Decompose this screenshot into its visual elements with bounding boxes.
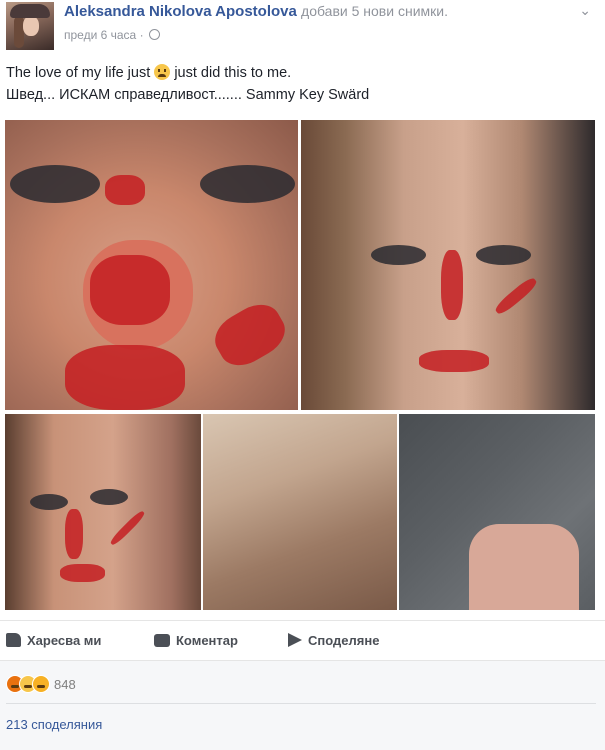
photo-grid <box>5 120 595 610</box>
photo-2-wound-cheek <box>492 275 540 317</box>
photo-1[interactable] <box>5 120 298 410</box>
post-header: Aleksandra Nikolova Apostolova добави 5 … <box>0 0 605 56</box>
photo-3-wound-cheek <box>108 509 147 547</box>
photo-5[interactable] <box>399 414 595 610</box>
post-timestamp[interactable]: преди 6 часа <box>64 28 136 42</box>
post-text-line-1: The love of my life just just did this t… <box>6 62 596 84</box>
post-text: The love of my life just just did this t… <box>6 62 596 106</box>
photo-3[interactable] <box>5 414 201 610</box>
photo-1-right-eye <box>200 165 295 203</box>
photo-1-wound-nose <box>90 255 170 325</box>
crying-face-emoji-icon <box>154 64 171 80</box>
photo-3-left-eye <box>30 494 68 510</box>
wow-reaction-icon <box>32 675 50 693</box>
photo-2-wound-nose <box>441 250 463 320</box>
shares-count[interactable]: 213 споделяния <box>6 717 102 732</box>
author-name[interactable]: Aleksandra Nikolova Apostolova <box>64 3 297 20</box>
comment-button[interactable]: Коментар <box>154 633 238 648</box>
meta-separator: · <box>139 28 144 42</box>
like-button[interactable]: Харесва ми <box>6 633 101 648</box>
photo-2-left-eye <box>371 245 426 265</box>
share-label: Споделяне <box>308 633 380 648</box>
photo-1-wound-bridge <box>105 175 145 205</box>
post-text-line-2: Швед... ИСКАМ справедливост....... Sammy… <box>6 87 370 103</box>
photo-1-wound-lip <box>65 345 185 410</box>
post-actions-bar: Харесва ми Коментар Споделяне <box>0 620 605 660</box>
photo-3-wound-nose <box>65 509 83 559</box>
photo-2-wound-lip <box>419 350 489 372</box>
author-line: Aleksandra Nikolova Apostolova добави 5 … <box>64 3 448 20</box>
share-button[interactable]: Споделяне <box>288 633 379 648</box>
globe-icon[interactable] <box>148 29 160 40</box>
reactions-count[interactable]: 848 <box>54 677 76 692</box>
photo-3-wound-lip <box>60 564 105 582</box>
footer-divider <box>6 703 596 704</box>
photo-2[interactable] <box>301 120 595 410</box>
comment-label: Коментар <box>176 633 238 648</box>
photo-1-wound-cheek <box>207 295 293 375</box>
reactions-summary: 848 213 споделяния <box>0 660 605 750</box>
post-meta: преди 6 часа · <box>64 28 160 42</box>
share-arrow-icon <box>288 633 302 647</box>
author-avatar[interactable] <box>6 2 54 50</box>
post-text-line-1-a: The love of my life just <box>6 65 151 81</box>
photo-5-hand <box>469 524 579 610</box>
avatar-hat <box>10 4 50 18</box>
like-label: Харесва ми <box>27 633 102 648</box>
post-menu-chevron-icon[interactable]: ⌄ <box>579 2 591 19</box>
avatar-face <box>23 16 39 36</box>
photo-1-left-eye <box>10 165 100 203</box>
post-action-text: добави 5 нови снимки. <box>301 3 448 19</box>
thumbs-up-icon <box>6 633 21 647</box>
photo-4[interactable] <box>203 414 397 610</box>
post-text-line-1-b: just did this to me. <box>174 65 292 81</box>
photo-3-right-eye <box>90 489 128 505</box>
photo-2-right-eye <box>476 245 531 265</box>
speech-bubble-icon <box>154 634 170 647</box>
